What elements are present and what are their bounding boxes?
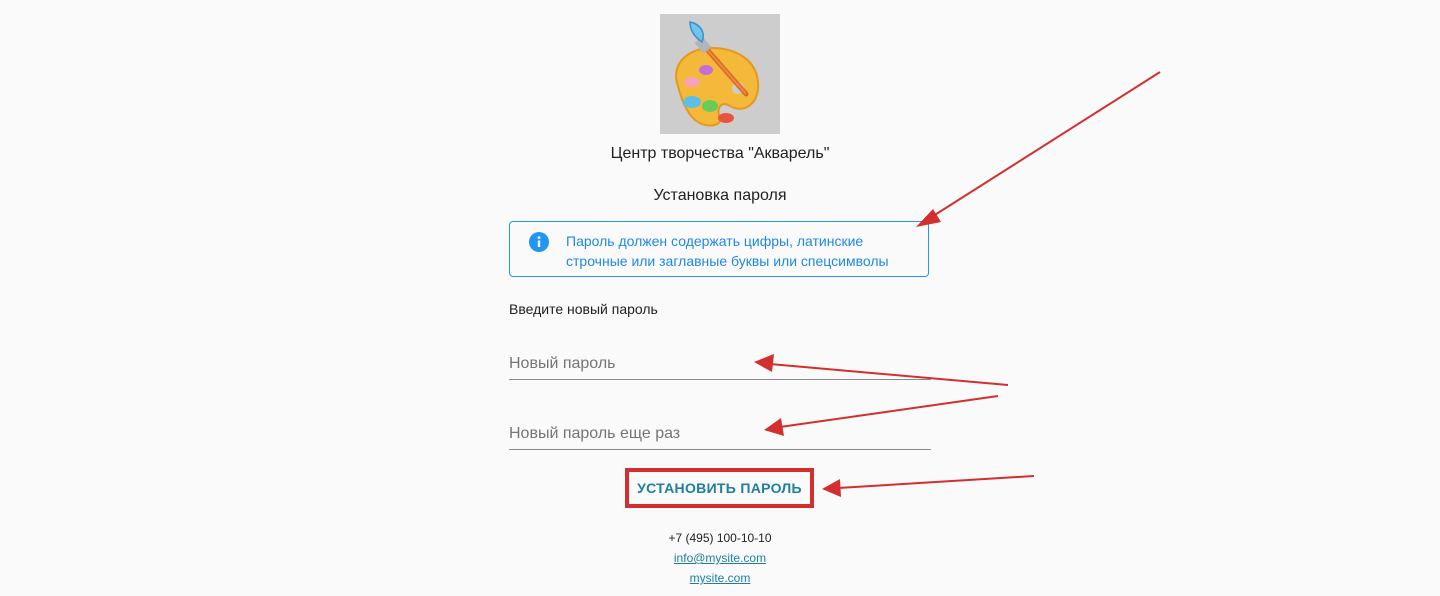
palette-brush-icon <box>675 21 760 127</box>
new-password-input[interactable] <box>509 350 931 378</box>
password-rules-alert: Пароль должен содержать цифры, латинские… <box>509 221 929 277</box>
footer-phone: +7 (495) 100-10-10 <box>668 531 772 545</box>
footer: +7 (495) 100-10-10 info@mysite.com mysit… <box>0 528 1440 588</box>
footer-site-link[interactable]: mysite.com <box>0 568 1440 588</box>
footer-email-link[interactable]: info@mysite.com <box>0 548 1440 568</box>
info-icon <box>529 232 549 252</box>
set-password-button[interactable]: УСТАНОВИТЬ ПАРОЛЬ <box>629 472 810 504</box>
password-rules-line-2: строчные или заглавные буквы или спецсим… <box>566 253 889 269</box>
new-password-caption: Введите новый пароль <box>509 301 658 317</box>
password-setup-page: Центр творчества "Акварель" Установка па… <box>0 0 1440 596</box>
password-rules-text: Пароль должен содержать цифры, латинские… <box>566 231 926 271</box>
new-password-repeat-field <box>509 420 931 450</box>
new-password-field <box>509 350 931 380</box>
arrow-to-submit-button <box>822 475 1035 497</box>
page-title: Установка пароля <box>653 187 787 204</box>
logo <box>660 14 780 134</box>
new-password-repeat-input[interactable] <box>509 420 931 448</box>
org-name: Центр творчества "Акварель" <box>610 145 830 162</box>
password-rules-line-1: Пароль должен содержать цифры, латинские <box>566 233 864 249</box>
